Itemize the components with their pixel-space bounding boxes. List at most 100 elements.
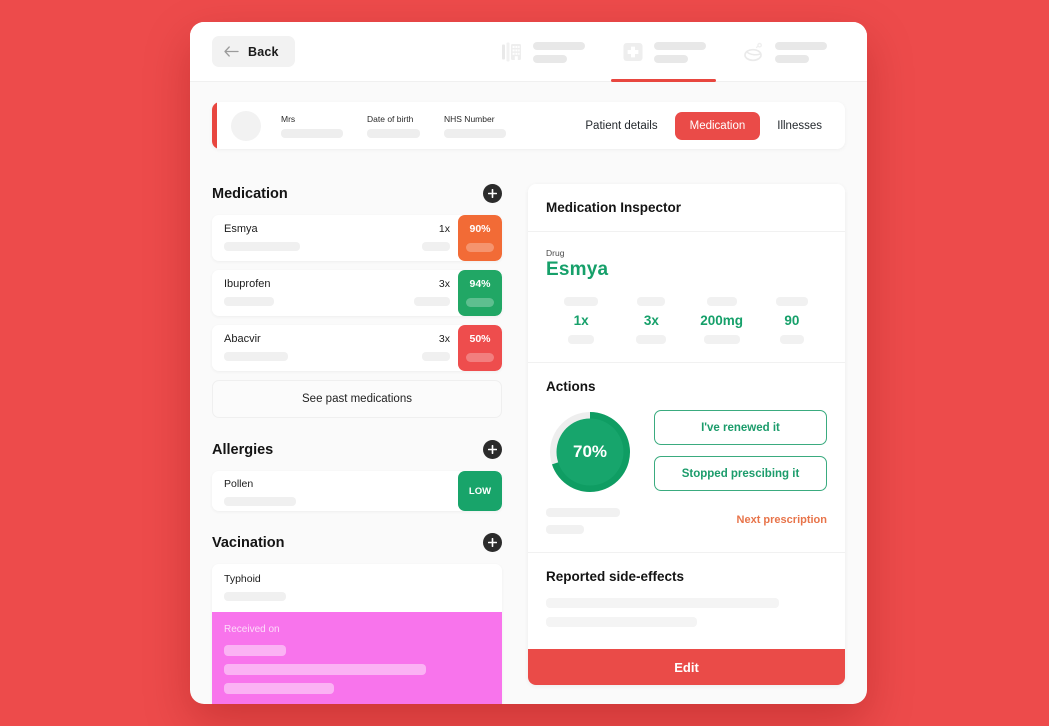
medication-section-title: Medication <box>212 185 288 202</box>
stat-sub-skeleton <box>568 335 595 344</box>
add-medication-button[interactable] <box>483 184 502 203</box>
progress-block: 70% <box>546 408 654 534</box>
renewed-button[interactable]: I've renewed it <box>654 410 827 445</box>
adherence-donut-chart: 70% <box>546 408 634 496</box>
nav-item-label-skeleton <box>654 41 706 63</box>
medication-detail-skeleton <box>224 352 288 361</box>
medication-info: Abacvir <box>212 325 416 371</box>
progress-skeletons <box>546 508 654 534</box>
side-effects-skeleton-bar <box>546 617 697 627</box>
vaccination-skeleton-bar <box>224 683 334 694</box>
medication-quantity-block: 3x <box>414 270 458 316</box>
vaccination-card[interactable]: Typhoid Received on <box>212 564 502 704</box>
allergy-severity-badge: LOW <box>458 471 502 511</box>
tab-illnesses[interactable]: Illnesses <box>762 112 837 140</box>
tab-patient-details[interactable]: Patient details <box>570 112 672 140</box>
vaccination-section-title: Vacination <box>212 534 285 551</box>
plus-icon <box>488 445 497 454</box>
vaccination-detail-skeleton <box>224 592 286 601</box>
vaccination-name: Typhoid <box>224 573 261 585</box>
stat-sub-skeleton <box>779 335 804 344</box>
vaccination-section-header: Vacination <box>212 533 502 552</box>
stat-label-skeleton <box>706 297 737 306</box>
patient-header-bar: Mrs Date of birth NHS Number Patient det… <box>212 102 845 149</box>
nav-item-medication[interactable] <box>603 22 724 82</box>
stat-sub-skeleton <box>636 335 667 344</box>
nav-active-indicator <box>611 79 716 82</box>
medical-cross-icon <box>623 43 643 61</box>
stat-label-skeleton <box>637 297 666 306</box>
actions-row: 70% I've renewed it Stopped prescibing i… <box>546 408 827 534</box>
nav-item-hospital[interactable] <box>482 22 603 82</box>
medication-quantity-skeleton <box>422 242 450 251</box>
medication-row[interactable]: Abacvir 3x 50% <box>212 325 502 371</box>
actions-section: Actions 70% I've renewed it Stopped pres… <box>528 363 845 553</box>
stat-value: 3x <box>643 313 659 328</box>
nav-item-label-skeleton <box>533 41 585 63</box>
medication-row[interactable]: Ibuprofen 3x 94% <box>212 270 502 316</box>
medication-section-header: Medication <box>212 184 502 203</box>
medication-detail-skeleton <box>224 297 274 306</box>
medication-detail-skeleton <box>224 242 300 251</box>
inspector-drug-section: Drug Esmya 1x 3x 200mg 90 <box>528 232 845 363</box>
medication-quantity: 3x <box>438 333 450 345</box>
allergy-name: Pollen <box>224 478 254 490</box>
top-bar: Back <box>190 22 867 82</box>
add-vaccination-button[interactable] <box>483 533 502 552</box>
medication-info: Ibuprofen <box>212 270 416 316</box>
drug-name: Esmya <box>546 259 609 280</box>
patient-field-value-skeleton <box>367 128 420 138</box>
patient-field-label: NHS Number <box>444 113 495 124</box>
medication-quantity: 3x <box>438 278 450 290</box>
adherence-percent-label: 70% <box>572 442 608 461</box>
vaccination-skeleton-bar <box>224 664 426 675</box>
side-effects-section: Reported side-effects <box>528 553 845 649</box>
patient-field: Mrs <box>281 114 343 138</box>
medication-adherence-value: 90% <box>469 223 491 235</box>
vaccination-skeleton-bar <box>224 645 286 656</box>
medication-quantity-block: 3x <box>416 325 458 371</box>
next-prescription-link[interactable]: Next prescription <box>654 514 827 526</box>
side-effects-title: Reported side-effects <box>546 569 685 584</box>
allergies-section-title: Allergies <box>212 441 274 458</box>
patient-fields: Mrs Date of birth NHS Number <box>281 114 506 138</box>
content-area: Medication Esmya 1x 90% Ibuprofen 3x 94%… <box>190 162 867 704</box>
vaccination-info: Typhoid <box>212 564 502 612</box>
patient-field-label: Mrs <box>281 113 296 124</box>
medication-row[interactable]: Esmya 1x 90% <box>212 215 502 261</box>
nav-item-pills[interactable] <box>724 22 845 82</box>
medication-name: Abacvir <box>224 333 261 345</box>
app-window: Back Mrs Date of birth NHS Number Patien… <box>190 22 867 704</box>
patient-field-value-skeleton <box>444 128 506 138</box>
back-button[interactable]: Back <box>212 36 295 67</box>
medication-adherence-badge: 50% <box>458 325 502 371</box>
patient-field: Date of birth <box>367 114 420 138</box>
left-column: Medication Esmya 1x 90% Ibuprofen 3x 94%… <box>212 184 502 704</box>
drug-label: Drug <box>546 248 565 258</box>
medication-adherence-badge: 94% <box>458 270 502 316</box>
side-effects-skeleton-bar <box>546 598 779 608</box>
tab-medication[interactable]: Medication <box>674 111 761 140</box>
medication-quantity-skeleton <box>422 352 450 361</box>
medication-adherence-badge: 90% <box>458 215 502 261</box>
inspector-stats: 1x 3x 200mg 90 <box>546 297 827 344</box>
medication-quantity: 1x <box>438 223 450 235</box>
plus-icon <box>488 538 497 547</box>
allergies-section-header: Allergies <box>212 440 502 459</box>
inspector-stat: 200mg <box>687 297 757 344</box>
back-button-label: Back <box>248 44 279 59</box>
medication-quantity-skeleton <box>414 297 450 306</box>
see-past-medications-button[interactable]: See past medications <box>212 380 502 418</box>
medication-badge-skeleton <box>466 243 494 252</box>
inspector-stat: 3x <box>616 297 686 344</box>
actions-title: Actions <box>546 379 596 394</box>
stat-value: 200mg <box>700 313 744 328</box>
patient-field-label: Date of birth <box>367 113 414 124</box>
edit-button[interactable]: Edit <box>528 649 845 685</box>
right-column: Medication Inspector Drug Esmya 1x 3x 20… <box>528 184 845 685</box>
add-allergy-button[interactable] <box>483 440 502 459</box>
allergy-row[interactable]: Pollen LOW <box>212 471 502 511</box>
plus-icon <box>488 189 497 198</box>
stopped-prescribing-button[interactable]: Stopped prescibing it <box>654 456 827 491</box>
medication-adherence-value: 94% <box>469 278 491 290</box>
